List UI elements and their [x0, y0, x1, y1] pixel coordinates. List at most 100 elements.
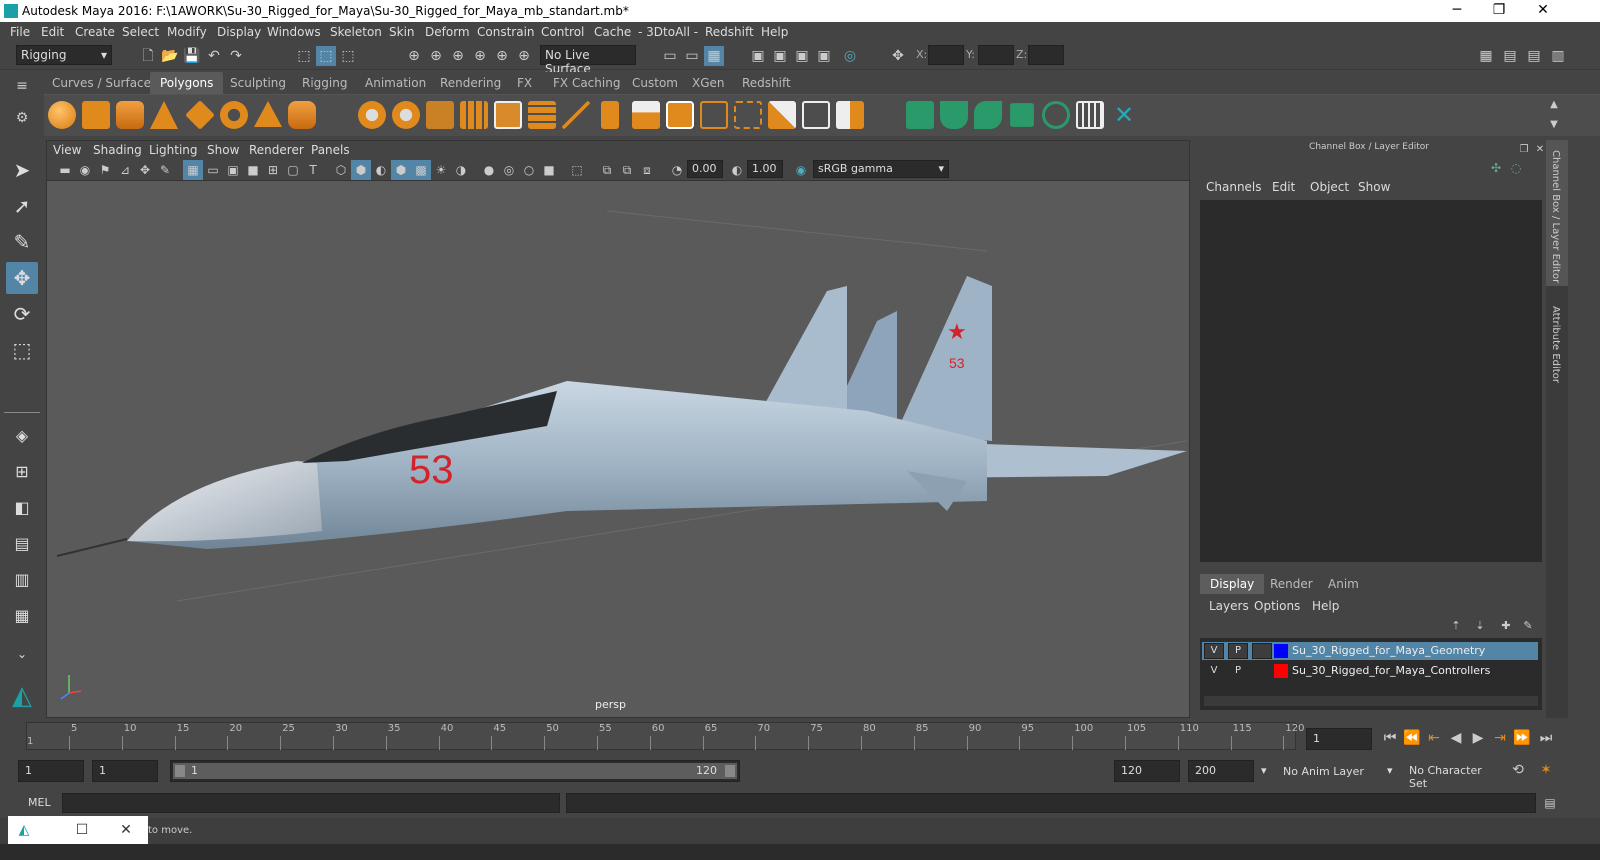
safe-title-icon[interactable]: T	[303, 160, 323, 180]
redo-icon[interactable]: ↷	[226, 46, 246, 66]
custom-layout-icon[interactable]: ▦	[6, 600, 38, 632]
shelf-menu-icon[interactable]: ≡	[12, 76, 32, 96]
layer-visibility-toggle[interactable]: V	[1204, 663, 1224, 679]
panel-menu-shading[interactable]: Shading	[93, 143, 142, 157]
exposure-field[interactable]: 0.00	[687, 160, 723, 178]
resolution-gate-icon[interactable]: ▣	[223, 160, 243, 180]
z-field[interactable]	[1028, 45, 1064, 65]
render-settings-icon[interactable]: ▣	[748, 46, 768, 66]
anim-layer-dropdown[interactable]: ▾ No Anim Layer ▾	[1258, 760, 1396, 782]
separate-icon[interactable]	[392, 101, 420, 129]
wireframe-on-shaded-icon[interactable]: ⬢	[391, 160, 411, 180]
layer-display-type-toggle[interactable]	[1252, 643, 1272, 659]
motion-blur-icon[interactable]: ◎	[499, 160, 519, 180]
minimize-button[interactable]: ─	[1442, 2, 1472, 18]
render-frame-icon[interactable]: ▣	[770, 46, 790, 66]
shelf-tab-custom[interactable]: Custom	[626, 75, 684, 91]
shadows-icon[interactable]: ◑	[451, 160, 471, 180]
poly-cube-icon[interactable]	[82, 101, 110, 129]
shelf-scroll-up-icon[interactable]: ▲	[1544, 95, 1564, 115]
input-ops-icon[interactable]: ▭	[660, 46, 680, 66]
layer-playback-toggle[interactable]: P	[1228, 663, 1248, 679]
menu-help[interactable]: Help	[761, 25, 788, 39]
command-language-label[interactable]: MEL	[28, 796, 51, 809]
move-layer-up-icon[interactable]: ⇡	[1446, 616, 1466, 636]
hypershade-icon[interactable]: ◎	[840, 46, 860, 66]
layer-row-controllers[interactable]: V P Su_30_Rigged_for_Maya_Controllers	[1202, 662, 1538, 680]
menu-control[interactable]: Control	[541, 25, 584, 39]
snap-curve-icon[interactable]: ⊕	[426, 46, 446, 66]
new-scene-icon[interactable]: 🗋	[138, 46, 158, 66]
channel-box-options-icon[interactable]: ✣	[1486, 158, 1506, 178]
snap-vertex-icon[interactable]: ⊕	[514, 46, 534, 66]
field-chart-icon[interactable]: ⊞	[263, 160, 283, 180]
poly-torus-icon[interactable]	[220, 101, 248, 129]
menu-constrain[interactable]: Constrain	[477, 25, 535, 39]
channel-list[interactable]	[1200, 200, 1542, 562]
merge-icon[interactable]	[632, 101, 660, 129]
layout-toggle-icon[interactable]: ▥	[1548, 46, 1568, 66]
bookmark-icon[interactable]: ⚑	[95, 160, 115, 180]
multi-cut-icon[interactable]	[700, 101, 728, 129]
fill-hole-icon[interactable]	[666, 101, 694, 129]
menu-create[interactable]: Create	[75, 25, 115, 39]
gamma-icon[interactable]: ◐	[727, 160, 747, 180]
menu-skeleton[interactable]: Skeleton	[330, 25, 382, 39]
menu-edit[interactable]: Edit	[41, 25, 64, 39]
move-layer-down-icon[interactable]: ⇣	[1470, 616, 1490, 636]
menu-display[interactable]: Display	[217, 25, 261, 39]
layer-playback-toggle[interactable]: P	[1228, 643, 1248, 659]
scale-tool-icon[interactable]: ⬚	[6, 334, 38, 366]
poly-cone-icon[interactable]	[150, 101, 178, 129]
menu-file[interactable]: File	[10, 25, 30, 39]
layer-menu-options[interactable]: Options	[1254, 599, 1300, 613]
textured-icon[interactable]: ▩	[411, 160, 431, 180]
range-start-handle[interactable]	[175, 765, 185, 777]
shelf-tab-fx-caching[interactable]: FX Caching	[547, 75, 626, 91]
menu-deform[interactable]: Deform	[425, 25, 470, 39]
insert-edge-loop-icon[interactable]	[734, 101, 762, 129]
playback-start-field[interactable]: 1	[92, 760, 158, 782]
auto-key-icon[interactable]: ⟲	[1508, 760, 1528, 780]
layer-tab-anim[interactable]: Anim	[1318, 574, 1369, 594]
shelf-tab-xgen[interactable]: XGen	[686, 75, 731, 91]
poly-pyramid-icon[interactable]	[254, 101, 282, 127]
layer-menu-layers[interactable]: Layers	[1209, 599, 1249, 613]
snap-grid-icon[interactable]: ⊕	[404, 46, 424, 66]
menu-modify[interactable]: Modify	[167, 25, 207, 39]
maximize-button[interactable]: ❐	[1484, 2, 1514, 18]
new-empty-layer-icon[interactable]: ✚	[1496, 616, 1516, 636]
layer-menu-help[interactable]: Help	[1312, 599, 1339, 613]
shelf-tab-animation[interactable]: Animation	[359, 75, 432, 91]
poly-plane-icon[interactable]	[185, 100, 215, 130]
multisample-aa-icon[interactable]: ○	[519, 160, 539, 180]
maya-window-icon[interactable]: ◭	[14, 820, 34, 840]
rig-tool-4-icon[interactable]	[1010, 103, 1034, 127]
select-tool-icon[interactable]: ➤	[6, 154, 38, 186]
screen-space-ao-icon[interactable]: ●	[479, 160, 499, 180]
shelf-tab-rigging[interactable]: Rigging	[296, 75, 353, 91]
paint-select-icon[interactable]: ✎	[6, 226, 38, 258]
safe-action-icon[interactable]: ▢	[283, 160, 303, 180]
range-slider-bar[interactable]	[173, 763, 737, 779]
select-hierarchy-icon[interactable]: ⬚	[294, 46, 314, 66]
film-gate-icon[interactable]: ▭	[203, 160, 223, 180]
shelf-tab-rendering[interactable]: Rendering	[434, 75, 507, 91]
extrude-icon[interactable]	[494, 101, 522, 129]
panel-menu-panels[interactable]: Panels	[311, 143, 350, 157]
gate-mask-icon[interactable]: ■	[243, 160, 263, 180]
rig-tool-5-icon[interactable]	[1042, 101, 1070, 129]
xray-components-icon[interactable]: ⧈	[637, 160, 657, 180]
step-forward-icon[interactable]: ⏩	[1512, 728, 1532, 748]
poly-cylinder-icon[interactable]	[116, 101, 144, 129]
panel-menu-show[interactable]: Show	[207, 143, 239, 157]
wireframe-icon[interactable]: ⬡	[331, 160, 351, 180]
layout-single-icon[interactable]: ▦	[1476, 46, 1496, 66]
panel-menu-renderer[interactable]: Renderer	[249, 143, 304, 157]
rig-tool-2-icon[interactable]	[940, 101, 968, 129]
time-slider[interactable]: 1 5 10 15 20 25 30 35 40 45 50 55 60 65 70 75 80 85 90 95 1…	[26, 722, 1304, 750]
offset-edge-loop-icon[interactable]	[768, 101, 796, 129]
cb-menu-channels[interactable]: Channels	[1206, 180, 1262, 194]
layer-color-swatch[interactable]	[1274, 664, 1288, 678]
shelf-tab-sculpting[interactable]: Sculpting	[224, 75, 292, 91]
